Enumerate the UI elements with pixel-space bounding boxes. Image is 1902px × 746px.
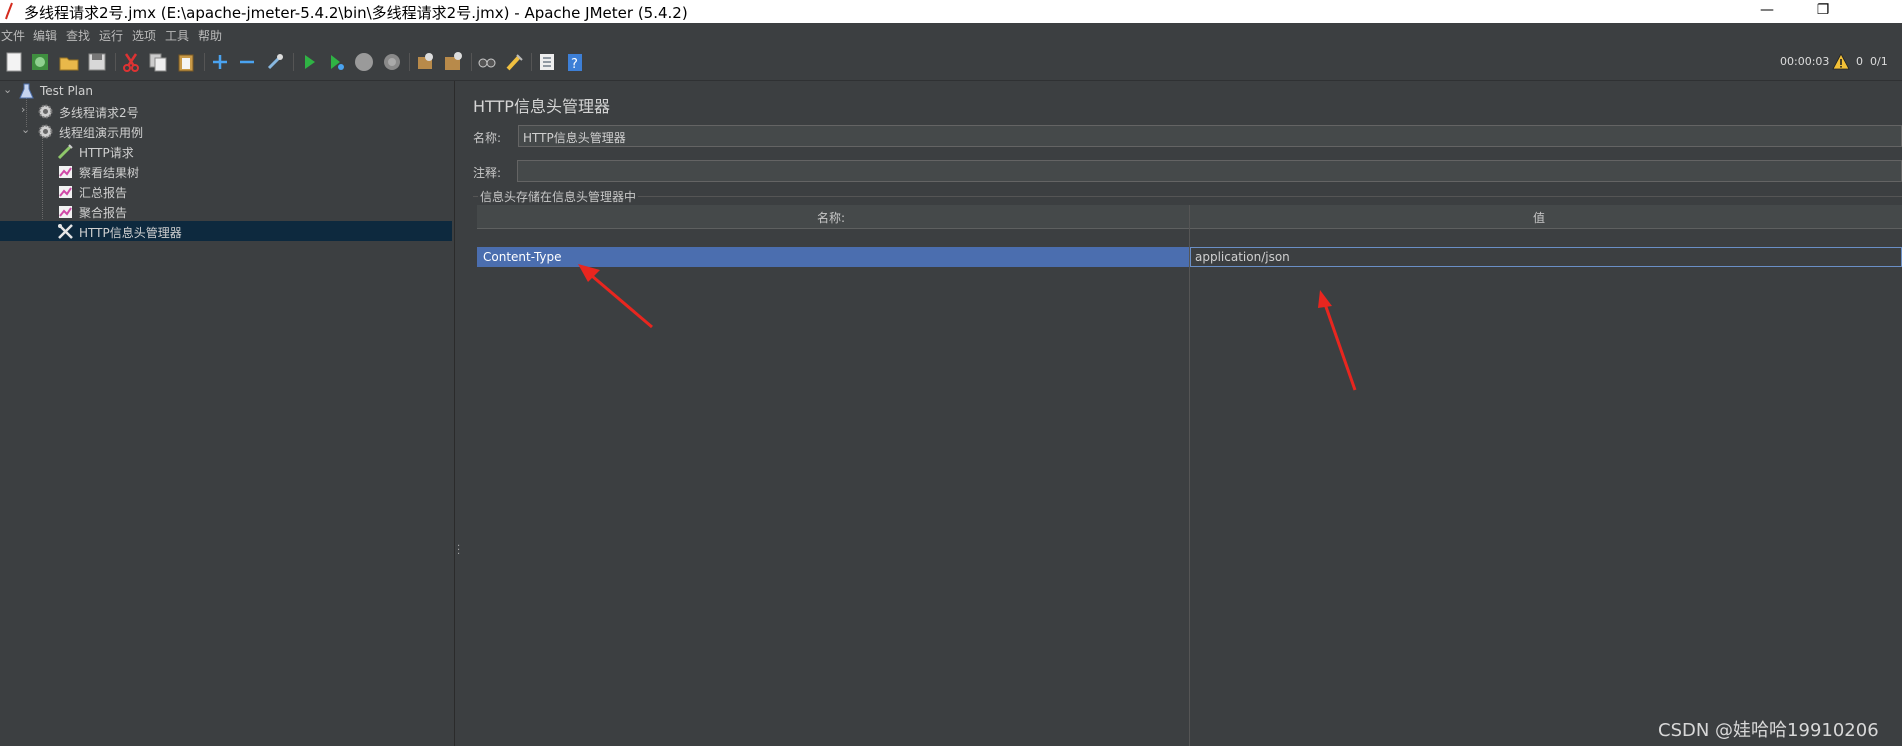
clear-all-icon[interactable]: [442, 51, 464, 73]
stop-icon[interactable]: [353, 51, 375, 73]
search-icon[interactable]: [476, 51, 498, 73]
menu-edit[interactable]: 编辑: [33, 27, 57, 44]
header-value-cell[interactable]: application/json: [1190, 247, 1902, 267]
function-helper-icon[interactable]: [536, 51, 558, 73]
menu-bar: 文件 编辑 查找 运行 选项 工具 帮助: [0, 23, 1902, 45]
listener-icon: [59, 166, 72, 178]
restore-button[interactable]: ❐: [1800, 0, 1846, 23]
expand-arrow-icon[interactable]: ›: [21, 103, 33, 117]
window-title-bar: 多线程请求2号.jmx (E:\apache-jmeter-5.4.2\bin\…: [0, 0, 1902, 23]
menu-search[interactable]: 查找: [66, 27, 90, 44]
page-title: HTTP信息头管理器: [473, 97, 610, 116]
test-plan-icon: [19, 83, 34, 99]
clear-icon[interactable]: [414, 51, 436, 73]
name-label: 名称:: [473, 131, 502, 145]
minimize-button[interactable]: —: [1744, 0, 1790, 23]
name-field[interactable]: HTTP信息头管理器: [518, 125, 1902, 147]
config-element-icon: [58, 224, 73, 239]
group-border: [473, 196, 1902, 197]
tree-node-header-manager[interactable]: HTTP信息头管理器: [0, 221, 452, 241]
tree-node-summary-report[interactable]: 汇总报告: [0, 181, 452, 201]
group-title: 信息头存储在信息头管理器中: [478, 188, 639, 205]
start-no-pause-icon[interactable]: [325, 51, 347, 73]
tree-label: 汇总报告: [79, 186, 128, 200]
tree-label: Test Plan: [40, 84, 93, 98]
copy-icon[interactable]: [147, 51, 169, 73]
tree-label: 察看结果树: [79, 166, 140, 180]
tree-node-test-plan[interactable]: ⌄ Test Plan: [0, 81, 452, 101]
comment-field[interactable]: [517, 160, 1902, 182]
save-icon[interactable]: [86, 51, 108, 73]
reset-search-icon[interactable]: [503, 51, 525, 73]
listener-icon: [59, 186, 72, 198]
header-manager-panel: HTTP信息头管理器 名称: HTTP信息头管理器 注释: 信息头存储在信息头管…: [463, 81, 1902, 746]
tree-node-thread-group[interactable]: › 多线程请求2号: [0, 101, 452, 121]
thread-group-icon: [38, 104, 53, 119]
tree-label: 多线程请求2号: [59, 106, 139, 120]
headers-table: 名称: 值 Content-Type application/json: [477, 205, 1902, 746]
column-divider: [1189, 205, 1190, 746]
thread-group-icon: [38, 124, 53, 139]
csdn-watermark: CSDN @娃哈哈19910206: [1658, 720, 1879, 741]
test-plan-tree: ⌄ Test Plan › 多线程请求2号 ⌄ 线程组演示用例 HTTP请求 察…: [0, 81, 454, 746]
tree-label: 聚合报告: [79, 206, 128, 220]
menu-file[interactable]: 文件: [1, 27, 25, 44]
table-row[interactable]: Content-Type application/json: [477, 247, 1902, 267]
comment-label: 注释:: [473, 166, 502, 180]
templates-icon[interactable]: [29, 51, 51, 73]
new-icon[interactable]: [3, 51, 25, 73]
toolbar: ? 00:00:03 0 0/1: [0, 45, 1902, 81]
svg-text:?: ?: [571, 57, 578, 72]
listener-icon: [59, 206, 72, 218]
toggle-icon[interactable]: [264, 51, 286, 73]
warning-icon[interactable]: [1832, 53, 1850, 70]
tree-node-http-request[interactable]: HTTP请求: [0, 141, 452, 161]
warning-count: 0: [1856, 55, 1863, 68]
elapsed-timer: 00:00:03: [1780, 55, 1830, 68]
tree-label: HTTP信息头管理器: [79, 226, 182, 240]
cut-icon[interactable]: [120, 51, 142, 73]
http-sampler-icon: [57, 144, 73, 160]
menu-run[interactable]: 运行: [99, 27, 123, 44]
tree-node-thread-group[interactable]: ⌄ 线程组演示用例: [0, 121, 452, 141]
help-icon[interactable]: ?: [564, 51, 586, 73]
collapse-arrow-icon[interactable]: ⌄: [21, 123, 33, 137]
jmeter-feather-icon: [5, 2, 13, 20]
active-threads: 0/1: [1870, 55, 1888, 68]
open-icon[interactable]: [58, 51, 80, 73]
tree-node-aggregate-report[interactable]: 聚合报告: [0, 201, 452, 221]
menu-help[interactable]: 帮助: [198, 27, 222, 44]
menu-tools[interactable]: 工具: [165, 27, 189, 44]
expand-icon[interactable]: [209, 51, 231, 73]
paste-icon[interactable]: [175, 51, 197, 73]
window-title: 多线程请求2号.jmx (E:\apache-jmeter-5.4.2\bin\…: [24, 4, 688, 22]
tree-node-results-tree[interactable]: 察看结果树: [0, 161, 452, 181]
header-name-cell[interactable]: Content-Type: [477, 247, 1189, 267]
column-header-value[interactable]: 值: [1533, 209, 1545, 226]
start-icon[interactable]: [298, 51, 320, 73]
tree-label: 线程组演示用例: [59, 126, 144, 140]
collapse-icon[interactable]: [236, 51, 258, 73]
column-header-name[interactable]: 名称:: [817, 209, 845, 226]
shutdown-icon[interactable]: [381, 51, 403, 73]
menu-options[interactable]: 选项: [132, 27, 156, 44]
tree-label: HTTP请求: [79, 146, 134, 160]
collapse-arrow-icon[interactable]: ⌄: [3, 83, 15, 97]
splitter-grip-icon[interactable]: · · ·: [457, 542, 460, 560]
